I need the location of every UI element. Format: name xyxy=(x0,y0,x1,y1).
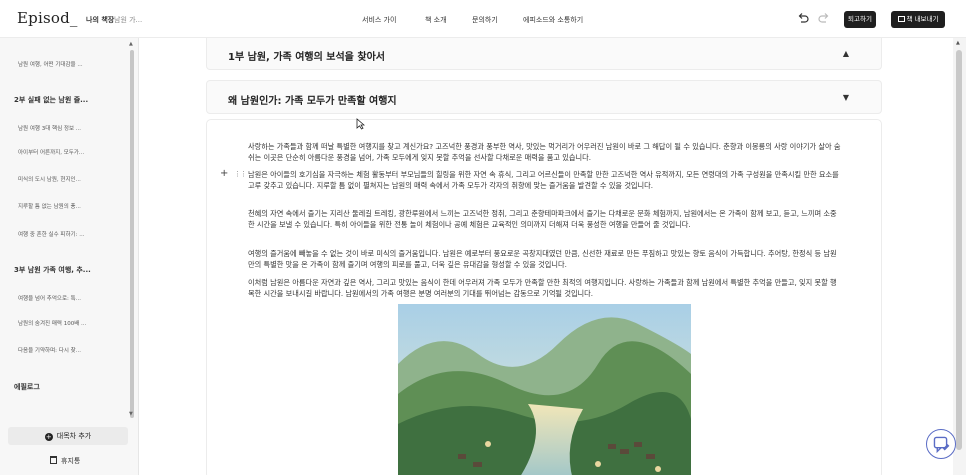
toc-sidebar: ▲ ▼ 남원 여행, 어떤 기대감을 ... 2부 실패 없는 남원 즐... 남원… xyxy=(0,38,139,475)
undo-icon[interactable] xyxy=(797,12,809,24)
toc-chapter-item[interactable]: 여행 중 흔한 실수 피하기: ... xyxy=(18,230,84,238)
breadcrumb-separator: / xyxy=(106,15,109,23)
toc-part-heading[interactable]: 에필로그 xyxy=(14,382,40,392)
trash-label: 휴지통 xyxy=(61,457,81,465)
toc-chapter-item[interactable]: 다음을 기약하며: 다시 찾... xyxy=(18,346,81,354)
export-book-button[interactable]: 책 내보내기 xyxy=(891,11,945,28)
toc-chapter-item[interactable]: 남원 여행, 어떤 기대감을 ... xyxy=(18,60,83,68)
add-toc-label: 대목차 추가 xyxy=(56,432,92,440)
paragraph-4[interactable]: 여행의 즐거움에 빼놓을 수 없는 것이 바로 미식의 즐거움입니다. 남원은 … xyxy=(248,248,843,271)
breadcrumb-bookshelf[interactable]: 나의 책장 xyxy=(86,15,114,25)
nav-book-intro[interactable]: 책 소개 xyxy=(425,15,447,25)
nav-service-guide[interactable]: 서비스 가이 xyxy=(362,15,396,25)
plus-icon: + xyxy=(44,433,53,441)
sidebar-scroll-up-icon[interactable]: ▲ xyxy=(129,41,133,47)
top-bar: Episod_ 나의 책장 / 남원 가... 서비스 가이 책 소개 문의하기… xyxy=(0,0,966,38)
section-why-namwon[interactable]: 왜 남원인가: 가족 모두가 만족할 여행지 ▼ xyxy=(206,80,882,114)
section-title: 왜 남원인가: 가족 모두가 만족할 여행지 xyxy=(228,96,397,107)
section-title: 1부 남원, 가족 여행의 보석을 찾아서 xyxy=(228,52,385,63)
exit-button[interactable]: 퇴고하기 xyxy=(844,11,876,28)
main-scrollbar-thumb[interactable] xyxy=(956,50,962,450)
export-book-label: 책 내보내기 xyxy=(906,15,939,23)
chapter-content[interactable]: + ⋮⋮ 사랑하는 가족들과 함께 떠날 특별한 여행지를 찾고 계신가요? 고… xyxy=(206,119,882,475)
paragraph-5[interactable]: 이처럼 남원은 아름다운 자연과 깊은 역사, 그리고 맛있는 음식이 한데 어… xyxy=(248,277,843,300)
nav-contact[interactable]: 문의하기 xyxy=(472,15,498,25)
drag-handle-icon[interactable]: ⋮⋮ xyxy=(234,170,247,178)
expand-arrow-icon[interactable]: ▼ xyxy=(843,93,849,102)
breadcrumb-current-book[interactable]: 남원 가... xyxy=(114,15,142,25)
paragraph-3[interactable]: 천혜의 자연 속에서 즐기는 지리산 둘레길 트레킹, 광한루원에서 느끼는 고… xyxy=(248,208,843,231)
redo-icon[interactable] xyxy=(818,12,830,24)
logo[interactable]: Episod_ xyxy=(17,9,78,27)
sidebar-scroll-down-icon[interactable]: ▼ xyxy=(129,411,133,417)
toc-part-heading[interactable]: 3부 남원 가족 여행, 추... xyxy=(14,265,91,275)
trash-icon xyxy=(50,456,57,464)
trash-button[interactable]: 휴지통 xyxy=(50,456,80,466)
toc-chapter-item[interactable]: 지루할 틈 없는 남원의 풍... xyxy=(18,202,81,210)
toc-chapter-item[interactable]: 남원 여행 3대 핵심 정보 ... xyxy=(18,124,81,132)
namwon-landscape-image[interactable] xyxy=(398,304,691,475)
toc-chapter-item[interactable]: 아이부터 어른까지, 모두가... xyxy=(18,148,84,156)
sidebar-scrollbar[interactable] xyxy=(130,50,134,418)
paragraph-2[interactable]: 남원은 아이들의 호기심을 자극하는 체험 활동부터 부모님들의 힐링을 위한 … xyxy=(248,169,843,192)
nav-community[interactable]: 에피소드와 소통하기 xyxy=(523,15,583,25)
add-block-icon[interactable]: + xyxy=(220,168,228,179)
book-icon xyxy=(897,16,905,22)
toc-chapter-item[interactable]: 여행을 넘어 추억으로: 특... xyxy=(18,294,81,302)
main-scroll-up-icon[interactable]: ▲ xyxy=(956,40,960,46)
toc-chapter-item[interactable]: 미식의 도시 남원, 현지인... xyxy=(18,175,81,183)
toc-chapter-item[interactable]: 남원의 숨겨진 매력 100배 ... xyxy=(18,319,86,327)
toc-part-heading[interactable]: 2부 실패 없는 남원 즐... xyxy=(14,95,88,105)
mouse-cursor-icon xyxy=(356,118,365,130)
section-part1[interactable]: 1부 남원, 가족 여행의 보석을 찾아서 ▲ xyxy=(206,38,882,70)
paragraph-1[interactable]: 사랑하는 가족들과 함께 떠날 특별한 여행지를 찾고 계신가요? 고즈넉한 풍… xyxy=(248,141,843,164)
collapse-arrow-icon[interactable]: ▲ xyxy=(843,49,849,58)
chat-support-icon[interactable] xyxy=(926,429,956,459)
add-toc-button[interactable]: + 대목차 추가 xyxy=(8,427,128,445)
